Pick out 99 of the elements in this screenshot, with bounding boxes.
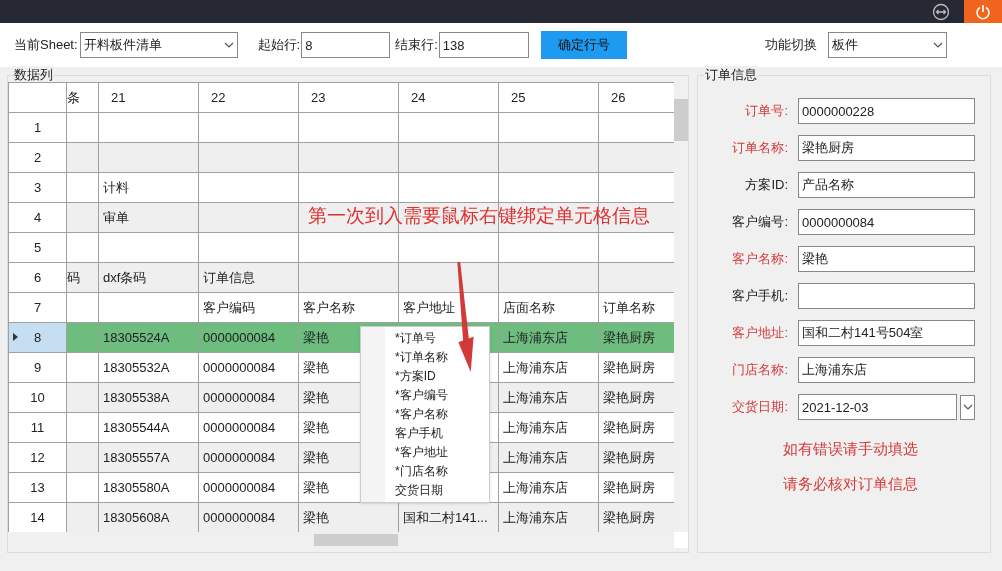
table-cell: 18305538A: [98, 382, 199, 413]
table-cell: 上海浦东店: [498, 502, 599, 532]
table-cell: 店面名称: [498, 292, 599, 323]
row-pointer-icon: [13, 333, 18, 341]
row-header[interactable]: 13: [8, 472, 67, 503]
table-cell: 梁艳厨房: [598, 322, 674, 353]
field-label: 订单号:: [744, 102, 788, 121]
table-cell: 梁艳厨房: [598, 502, 674, 532]
table-cell: 上海浦东店: [498, 322, 599, 353]
row-header[interactable]: 10: [8, 382, 67, 413]
table-cell: 梁艳厨房: [598, 472, 674, 503]
input-field[interactable]: 梁艳厨房: [798, 135, 975, 161]
input-field[interactable]: 梁艳: [798, 246, 975, 272]
vertical-scrollbar[interactable]: [674, 82, 688, 532]
field-label: 功能切换: [764, 36, 817, 55]
table-cell: 客户编码: [198, 292, 299, 323]
input-field[interactable]: 产品名称: [798, 172, 975, 198]
power-button[interactable]: [964, 0, 1002, 23]
column-header[interactable]: 24: [398, 82, 499, 113]
confirm-button[interactable]: 确定行号: [540, 31, 627, 59]
table-cell: 上海浦东店: [498, 442, 599, 473]
row-header[interactable]: 5: [8, 232, 67, 263]
date-field[interactable]: 2021-12-03: [798, 394, 957, 420]
field-label: 客户名称:: [731, 250, 788, 269]
table-cell: 18305544A: [98, 412, 199, 443]
resize-icon[interactable]: [932, 2, 950, 21]
table-cell: 上海浦东店: [498, 382, 599, 413]
dropdown[interactable]: 板件: [827, 32, 947, 58]
table-cell: 梁艳厨房: [598, 412, 674, 443]
dropdown[interactable]: 开料板件清单: [79, 32, 238, 58]
row-header[interactable]: 12: [8, 442, 67, 473]
row-header[interactable]: 9: [8, 352, 67, 383]
field-label: 方案ID:: [744, 176, 788, 195]
field-label: 客户地址:: [731, 324, 788, 343]
input-field[interactable]: 8: [301, 32, 391, 58]
table-cell: 上海浦东店: [498, 352, 599, 383]
table-cell: 0000000084: [198, 412, 299, 443]
field-label: 门店名称:: [731, 361, 788, 380]
field-label: 客户手机:: [731, 287, 788, 306]
table-cell: 国和二村141...: [398, 502, 499, 532]
row-header[interactable]: 8: [8, 322, 67, 353]
table-cell: 18305524A: [98, 322, 199, 353]
dropdown-button[interactable]: [960, 394, 975, 420]
table-cell: 梁艳: [298, 502, 399, 532]
table-cell: 上海浦东店: [498, 412, 599, 443]
field-label: 客户编号:: [731, 213, 788, 232]
table-cell: 0000000084: [198, 502, 299, 532]
table-cell: 订单信息: [198, 262, 299, 293]
input-field[interactable]: 0000000228: [798, 98, 975, 124]
input-field[interactable]: 上海浦东店: [798, 357, 975, 383]
annotation-text: 第一次到入需要鼠标右键绑定单元格信息: [308, 204, 650, 228]
input-field[interactable]: [798, 283, 975, 309]
row-header[interactable]: 11: [8, 412, 67, 443]
table-cell: dxf条码: [98, 262, 199, 293]
table-cell: 18305580A: [98, 472, 199, 503]
column-header[interactable]: 22: [198, 82, 299, 113]
table-cell: 0000000084: [198, 352, 299, 383]
row-header[interactable]: 1: [8, 112, 67, 143]
row-header[interactable]: 4: [8, 202, 67, 233]
field-label: 订单名称:: [731, 139, 788, 158]
group-title: 订单信息: [704, 66, 758, 84]
table-cell: 梁艳厨房: [598, 442, 674, 473]
field-label: 当前Sheet:: [14, 36, 78, 55]
row-header[interactable]: 6: [8, 262, 67, 293]
table-cell: 18305532A: [98, 352, 199, 383]
chevron-down-icon: [932, 42, 943, 48]
table-cell: 审单: [98, 202, 199, 233]
power-icon: [975, 3, 991, 20]
table-cell: 18305608A: [98, 502, 199, 532]
table-cell: 0000000084: [198, 382, 299, 413]
table-cell: 0000000084: [198, 472, 299, 503]
row-header[interactable]: 7: [8, 292, 67, 323]
field-label: 起始行:: [257, 36, 301, 55]
table-cell: 0000000084: [198, 442, 299, 473]
note-text: 请务必核对订单信息: [782, 473, 918, 494]
field-label: 交货日期:: [731, 398, 788, 417]
column-header[interactable]: 23: [298, 82, 399, 113]
input-field[interactable]: 国和二村141号504室: [798, 320, 975, 346]
table-cell: 上海浦东店: [498, 472, 599, 503]
chevron-down-icon: [962, 404, 973, 410]
chevron-down-icon: [223, 42, 234, 48]
table-cell: 订单名称: [598, 292, 674, 323]
table-cell: 客户名称: [298, 292, 399, 323]
table-cell: 梁艳厨房: [598, 382, 674, 413]
column-header[interactable]: 21: [98, 82, 199, 113]
row-header[interactable]: 3: [8, 172, 67, 203]
table-cell: 计料: [98, 172, 199, 203]
row-header[interactable]: 2: [8, 142, 67, 173]
table-cell: 梁艳厨房: [598, 352, 674, 383]
table-cell: 0000000084: [198, 322, 299, 353]
field-label: 结束行:: [395, 36, 438, 55]
corner-header-cell: [8, 82, 67, 113]
column-header[interactable]: 25: [498, 82, 599, 113]
input-field[interactable]: 0000000084: [798, 209, 975, 235]
note-text: 如有错误请手动填选: [782, 439, 918, 459]
column-header[interactable]: 条: [66, 82, 99, 113]
input-field[interactable]: 138: [438, 32, 529, 58]
table-cell: 18305557A: [98, 442, 199, 473]
row-header[interactable]: 14: [8, 502, 67, 532]
